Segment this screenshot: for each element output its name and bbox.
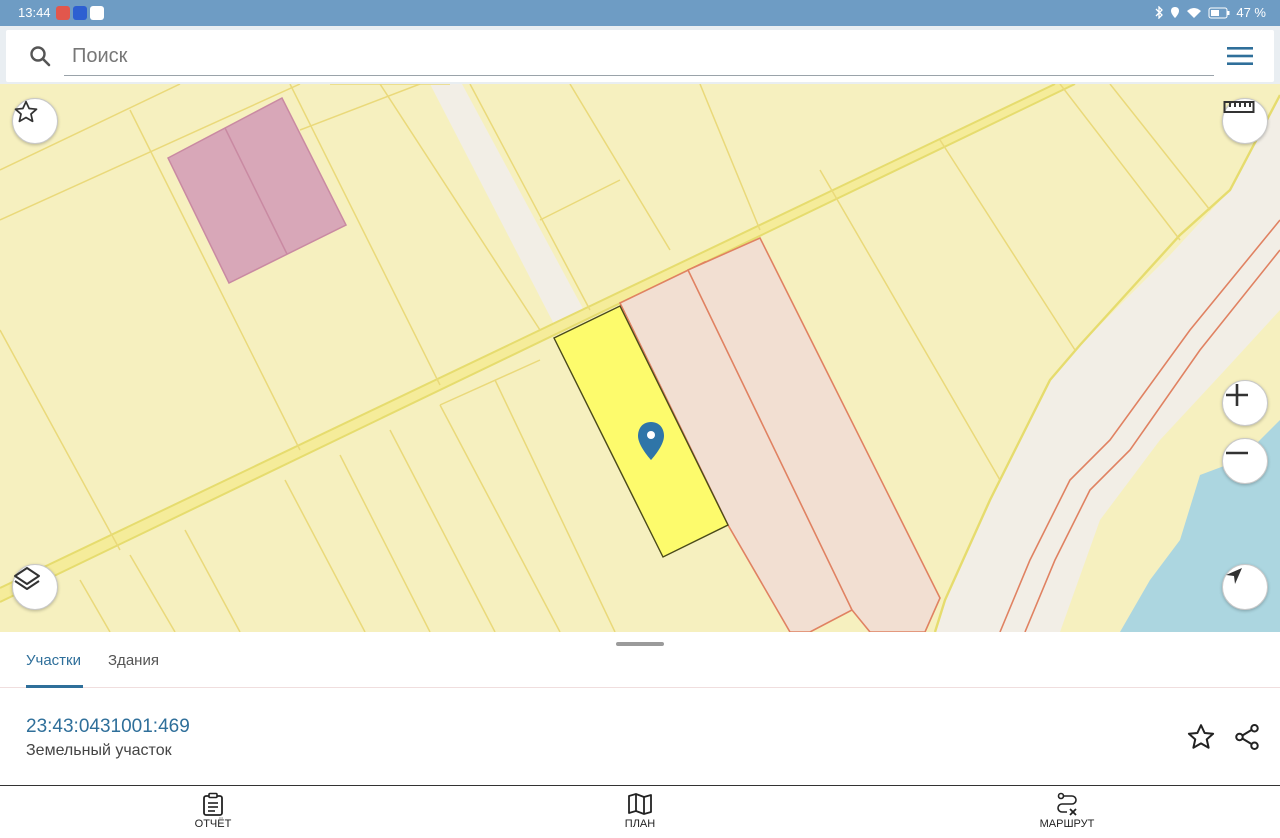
nav-plan-label: ПЛАН	[624, 818, 656, 830]
search-box	[6, 30, 1274, 82]
nav-report-label: ОТЧЁТ	[194, 818, 232, 830]
notification-image-icon	[90, 6, 104, 20]
status-time: 13:44	[18, 5, 51, 20]
panel-tabs: Участки Здания	[0, 646, 1280, 688]
search-icon[interactable]	[28, 44, 54, 70]
my-location-button[interactable]	[1222, 564, 1268, 610]
status-right: 47 %	[1154, 5, 1266, 20]
notification-icons	[56, 6, 104, 20]
parcel-type: Земельный участок	[26, 742, 172, 759]
location-icon	[1171, 7, 1180, 18]
nav-route[interactable]: МАРШРУТ	[1007, 790, 1127, 830]
nav-plan[interactable]: ПЛАН	[580, 790, 700, 830]
battery-icon	[1208, 7, 1230, 18]
nav-route-label: МАРШРУТ	[1039, 818, 1095, 830]
ruler-button[interactable]	[1222, 98, 1268, 144]
favorite-map-button[interactable]	[12, 98, 58, 144]
navigation-arrow-icon	[1226, 568, 1242, 584]
parcel-cadastral-number[interactable]: 23:43:0431001:469	[26, 716, 190, 738]
map-canvas[interactable]	[0, 84, 1280, 632]
active-tab-indicator	[26, 685, 83, 688]
share-icon[interactable]	[1232, 722, 1262, 752]
ruler-icon	[1223, 101, 1255, 113]
zoom-in-button[interactable]	[1222, 380, 1268, 426]
layers-icon	[14, 567, 40, 590]
notification-shield-icon	[73, 6, 87, 20]
zoom-out-icon	[1226, 451, 1248, 455]
nav-report[interactable]: ОТЧЁТ	[153, 790, 273, 830]
bottom-navigation: ОТЧЁТ ПЛАН МАРШРУТ	[0, 785, 1280, 838]
parcel-info-panel: Участки Здания 23:43:0431001:469 Земельн…	[0, 632, 1280, 785]
tab-parcels[interactable]: Участки	[26, 652, 81, 669]
tab-buildings[interactable]: Здания	[108, 652, 159, 669]
map-view[interactable]	[0, 84, 1280, 632]
search-input[interactable]	[64, 38, 1214, 76]
status-bar: 13:44 47 %	[0, 0, 1280, 26]
layers-button[interactable]	[12, 564, 58, 610]
route-icon	[1057, 792, 1077, 816]
star-icon	[14, 100, 38, 123]
menu-icon[interactable]	[1226, 44, 1254, 68]
notification-app-icon	[56, 6, 70, 20]
battery-level: 47 %	[1236, 5, 1266, 20]
zoom-in-icon	[1226, 384, 1248, 406]
clipboard-icon	[203, 792, 223, 816]
favorite-star-icon[interactable]	[1186, 722, 1216, 752]
zoom-out-button[interactable]	[1222, 438, 1268, 484]
search-bar	[0, 26, 1280, 84]
bluetooth-icon	[1155, 6, 1164, 19]
map-icon	[628, 793, 652, 815]
wifi-icon	[1187, 8, 1202, 18]
